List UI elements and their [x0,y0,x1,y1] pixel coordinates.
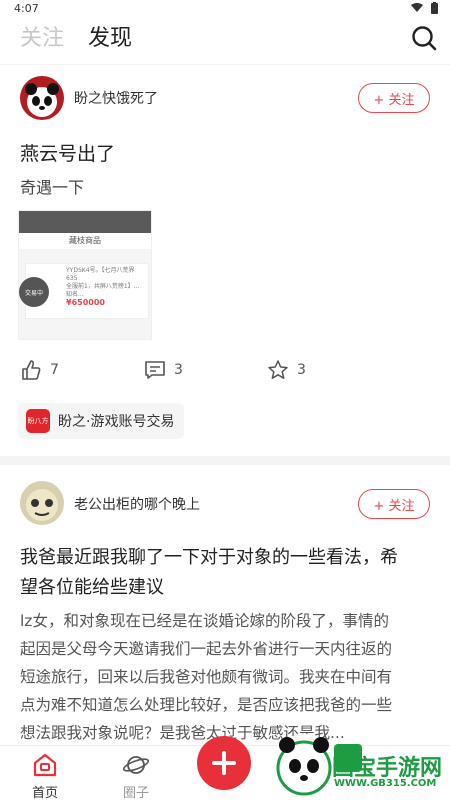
post-title-line: 望各位能给些建议 [20,577,164,598]
feed-separator [0,456,450,465]
top-divider [0,64,450,65]
post-image[interactable]: 藏枝商品 YYDSK4号。【七月八荒界635 全服前1，共屏八荒榜1】...知名… [18,210,152,340]
image-header-bar [19,211,151,233]
post-actions: 7 3 3 [0,359,450,389]
panda-avatar-icon [20,76,64,120]
feed-post[interactable]: 老公出柜的哪个晚上 + 关注 我爸最近跟我聊了一下对于对象的一些看法，希 望各位… [0,465,450,745]
post-title-line: 我爸最近跟我聊了一下对于对象的一些看法，希 [20,547,398,568]
avatar[interactable] [20,76,64,120]
system-icons [411,2,438,14]
feed-post[interactable]: 盼之快饿死了 + 关注 燕云号出了 奇遇一下 藏枝商品 YYDSK4号。【七月八… [0,66,450,456]
follow-button[interactable]: + 关注 [358,489,430,519]
image-card-line: YYDSK4号。【七月八荒界635 [66,267,135,282]
post-body-line: 点为难不知道怎么处理比较好，是否应该把我爸的一些 [20,696,393,714]
topic-tag-label: 盼之·游戏账号交易 [58,414,175,430]
nav-circle[interactable]: 圈子 [106,752,166,801]
nav-home[interactable]: 首页 [15,752,75,801]
post-username[interactable]: 盼之快饿死了 [74,88,158,108]
post-body-line: 短途旅行，回来以后我爸对他颇有微词。我夹在中间有 [20,668,393,686]
image-card-line: 全服前1，共屏八荒榜1】...知名... [66,283,140,298]
search-icon[interactable] [410,24,438,52]
comment-icon [145,361,165,379]
tab-discover[interactable]: 发现 [88,20,133,52]
post-username[interactable]: 老公出柜的哪个晚上 [74,494,200,514]
favorite-button[interactable]: 3 [267,359,306,381]
star-icon [268,360,288,379]
post-title[interactable]: 我爸最近跟我聊了一下对于对象的一些看法，希 望各位能给些建议 [20,543,398,603]
planet-icon [122,756,150,774]
plus-icon [212,751,236,775]
tab-discover-label: 发现 [88,26,133,51]
home-icon [33,753,57,777]
top-bar: 关注 发现 [0,18,450,64]
follow-button[interactable]: + 关注 [358,83,430,113]
nav-circle-label: 圈子 [122,786,149,801]
favorite-count: 3 [297,362,306,378]
post-title[interactable]: 燕云号出了 [20,139,115,169]
like-button[interactable]: 7 [20,359,59,381]
battery-icon [431,2,438,14]
image-status-badge: 交易中 [19,277,49,307]
post-body-line: lz女，和对象现在已经是在谈婚论嫁的阶段了，事情的 [20,612,389,630]
comment-count: 3 [174,362,183,378]
topic-logo: 盼八方 [26,409,50,433]
post-body-line: 起因是父母今天邀请我们一起去外省进行一天内往返的 [20,640,393,658]
avatar[interactable] [20,481,64,525]
post-body[interactable]: 奇遇一下 [20,174,84,202]
status-time: 4:07 [14,2,39,15]
wifi-icon [411,3,423,12]
like-count: 7 [50,362,59,378]
nav-home-label: 首页 [31,786,58,801]
watermark-url: WWW.GB315.COM [334,778,437,789]
topic-tag[interactable]: 盼八方 盼之·游戏账号交易 [18,403,185,439]
post-body[interactable]: lz女，和对象现在已经是在谈婚论嫁的阶段了，事情的 起因是父母今天邀请我们一起去… [20,607,392,747]
cartoon-avatar-icon [20,481,64,525]
image-header-text: 藏枝商品 [19,233,151,249]
thumbs-up-icon [22,360,41,380]
tab-follow[interactable]: 关注 [20,20,64,52]
create-post-button[interactable] [197,736,251,790]
status-bar: 4:07 [0,0,450,18]
image-card-price: ¥650000 [66,298,105,307]
comment-button[interactable]: 3 [144,359,183,381]
